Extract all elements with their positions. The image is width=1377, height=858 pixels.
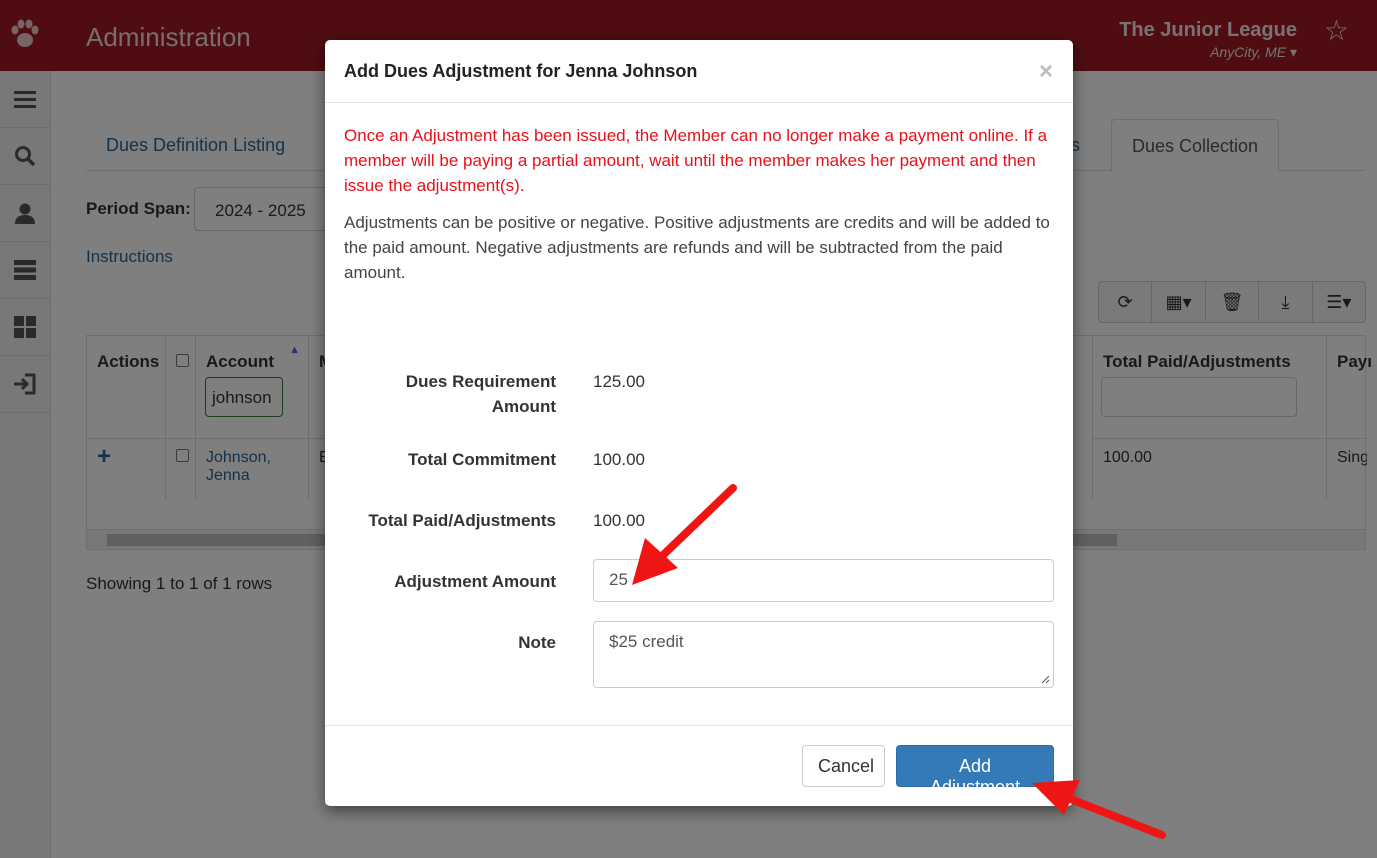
total-commitment-label: Total Commitment bbox=[408, 450, 556, 469]
close-icon[interactable]: × bbox=[1039, 58, 1053, 86]
note-textarea[interactable]: $25 credit bbox=[593, 621, 1054, 688]
warning-text: Once an Adjustment has been issued, the … bbox=[344, 126, 1048, 195]
add-adjustment-button[interactable]: Add Adjustment bbox=[896, 745, 1054, 797]
adjustment-amount-input[interactable]: 25 bbox=[593, 559, 1054, 602]
modal-title: Add Dues Adjustment for Jenna Johnson bbox=[344, 61, 698, 81]
resize-handle-icon[interactable] bbox=[1040, 674, 1050, 684]
dues-requirement-value: 125.00 bbox=[593, 372, 645, 391]
add-adjustment-modal: Add Dues Adjustment for Jenna Johnson × … bbox=[325, 40, 1073, 806]
note-label: Note bbox=[518, 633, 556, 652]
dues-requirement-label: Dues Requirement Amount bbox=[405, 372, 556, 416]
total-commitment-value: 100.00 bbox=[593, 450, 645, 469]
total-paid-value: 100.00 bbox=[593, 511, 645, 530]
modal-header: Add Dues Adjustment for Jenna Johnson × bbox=[325, 40, 1073, 103]
total-paid-label: Total Paid/Adjustments bbox=[368, 511, 556, 530]
info-text: Adjustments can be positive or negative.… bbox=[344, 213, 1050, 282]
adjustment-amount-label: Adjustment Amount bbox=[394, 572, 556, 591]
cancel-button[interactable]: Cancel bbox=[802, 745, 885, 787]
modal-footer-divider bbox=[325, 725, 1073, 726]
